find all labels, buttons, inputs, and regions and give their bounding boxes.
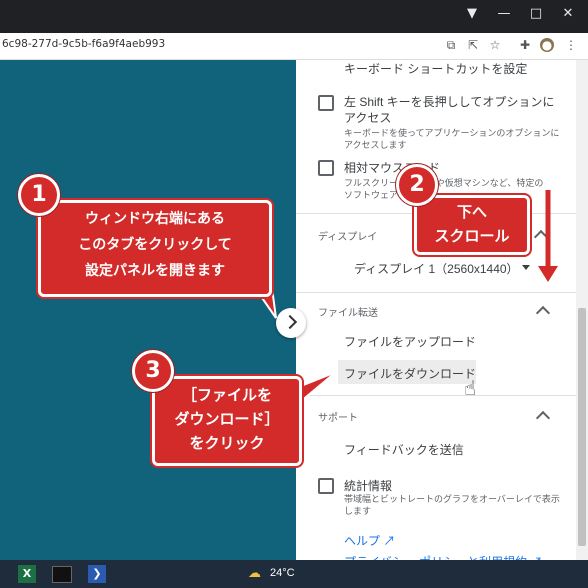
- callout-3-line: ダウンロード］: [174, 410, 280, 428]
- excel-icon[interactable]: X: [18, 565, 36, 583]
- callout-2-line: 下へ: [456, 203, 487, 221]
- powershell-icon[interactable]: ❯: [88, 565, 106, 583]
- callout-1-line: 設定パネルを開きます: [85, 263, 225, 279]
- callout-2: 下へ スクロール: [414, 195, 530, 255]
- step-3-badge: 3: [132, 350, 174, 392]
- callout3-pointer: [294, 371, 337, 404]
- callout-3: ［ファイルを ダウンロード］ をクリック: [152, 376, 302, 466]
- callout-1-line: このタブをクリックして: [78, 237, 232, 253]
- callout-1-line: ウィンドウ右端にある: [85, 211, 225, 227]
- callout-2-line: スクロール: [434, 227, 510, 245]
- step-2-badge: 2: [396, 164, 438, 206]
- step-1-badge: 1: [18, 174, 60, 216]
- scroll-arrow-head: [538, 266, 558, 282]
- weather-icon[interactable]: ☁: [248, 566, 261, 581]
- taskbar: X ❯ ☁ 24°C: [0, 560, 588, 588]
- terminal-icon[interactable]: [52, 566, 72, 583]
- weather-temp[interactable]: 24°C: [270, 567, 295, 579]
- callout-1: ウィンドウ右端にある このタブをクリックして 設定パネルを開きます: [38, 200, 272, 297]
- callout-3-line: ［ファイルを: [181, 386, 272, 404]
- callout-3-line: をクリック: [189, 434, 265, 452]
